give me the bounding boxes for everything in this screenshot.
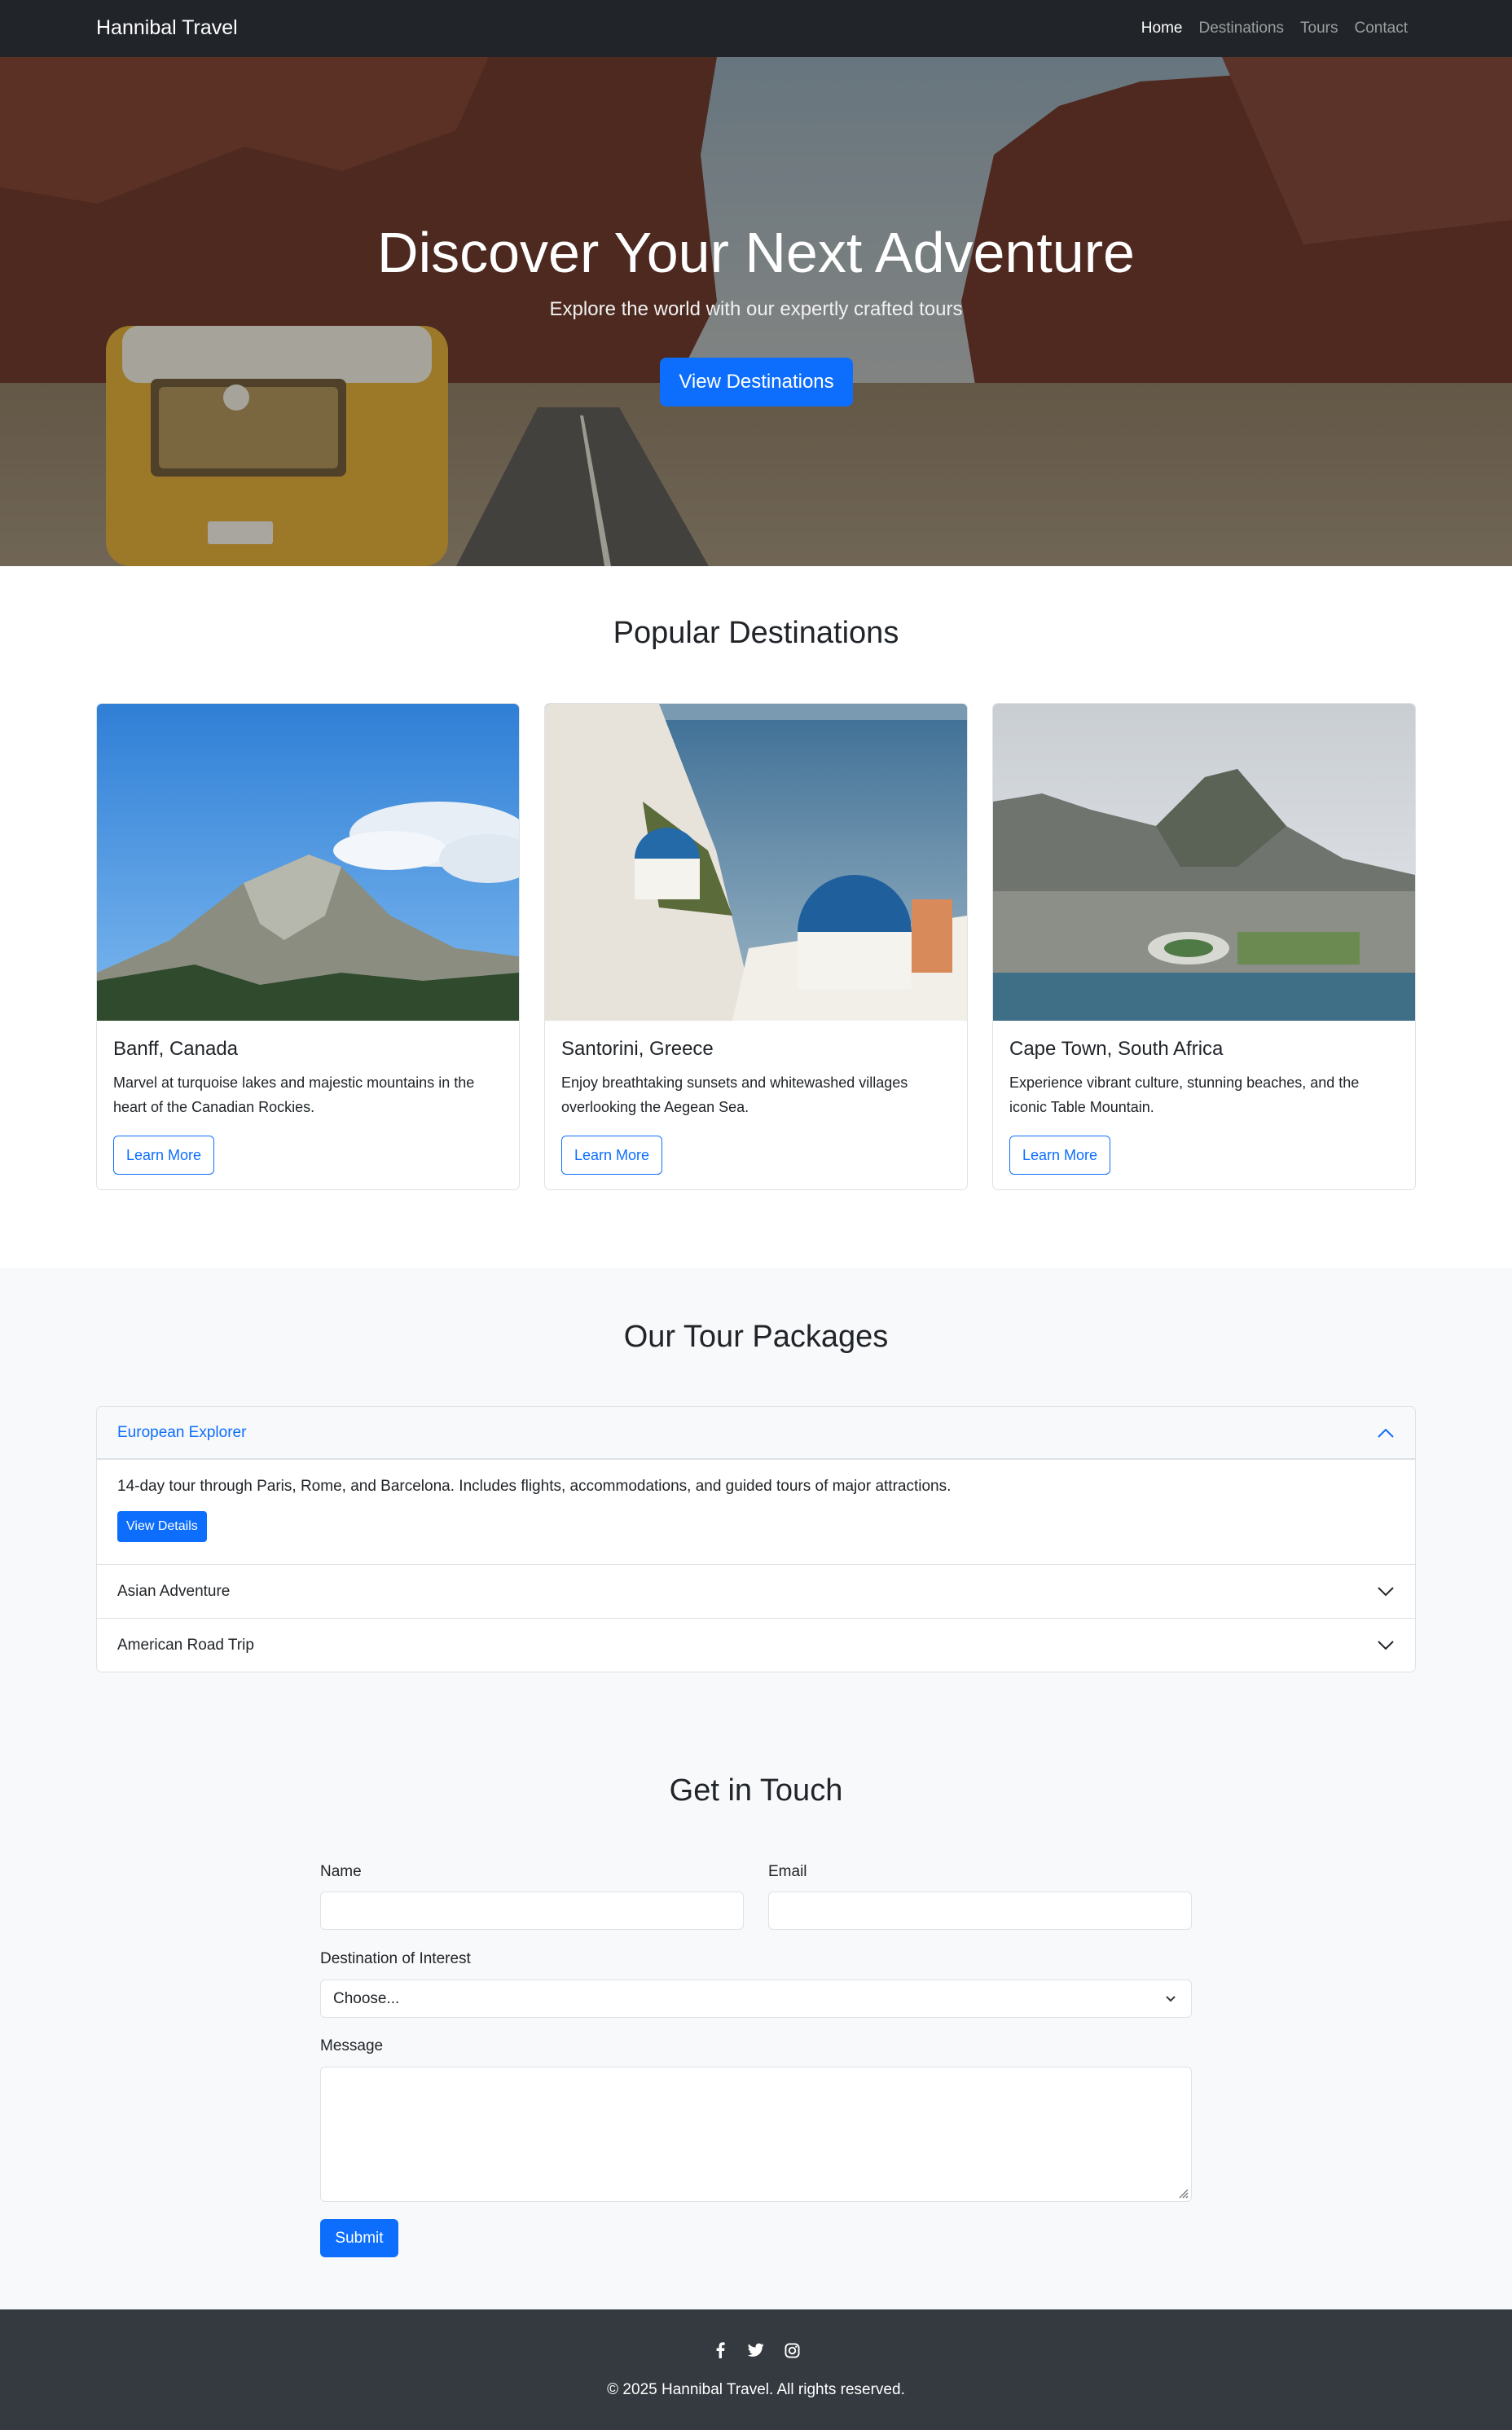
- destination-card-banff: Banff, Canada Marvel at turquoise lakes …: [96, 703, 520, 1190]
- view-details-button[interactable]: View Details: [117, 1511, 207, 1542]
- chevron-down-icon: [1166, 1996, 1176, 2002]
- card-title: Cape Town, South Africa: [1009, 1038, 1224, 1060]
- destination-card-santorini: Santorini, Greece Enjoy breathtaking sun…: [544, 703, 968, 1190]
- resize-handle-icon[interactable]: [1177, 2187, 1189, 2199]
- destination-select-value: Choose...: [333, 1989, 400, 2007]
- hero: Discover Your Next Adventure Explore the…: [0, 57, 1512, 566]
- nav-links: Home Destinations Tours Contact: [1141, 20, 1408, 37]
- tours-title: Our Tour Packages: [623, 1320, 889, 1354]
- learn-more-button[interactable]: Learn More: [561, 1136, 663, 1175]
- accordion-header-label: European Explorer: [117, 1424, 247, 1441]
- view-destinations-button[interactable]: View Destinations: [660, 358, 853, 406]
- message-label: Message: [320, 2037, 384, 2054]
- learn-more-button[interactable]: Learn More: [1009, 1136, 1111, 1175]
- instagram-icon[interactable]: [784, 2342, 800, 2358]
- nav-home[interactable]: Home: [1141, 20, 1183, 37]
- contact-title: Get in Touch: [669, 1773, 843, 1808]
- destination-select[interactable]: Choose...: [320, 1980, 1192, 2018]
- santorini-image: [545, 704, 967, 1021]
- nav-destinations[interactable]: Destinations: [1198, 20, 1284, 37]
- accordion-header-label: American Road Trip: [117, 1636, 254, 1654]
- nav-contact[interactable]: Contact: [1355, 20, 1408, 37]
- accordion-header-label: Asian Adventure: [117, 1582, 231, 1600]
- destination-card-cape-town: Cape Town, South Africa Experience vibra…: [992, 703, 1416, 1190]
- name-field[interactable]: [320, 1892, 744, 1930]
- destinations-title: Popular Destinations: [613, 616, 899, 650]
- hero-subtitle: Explore the world with our expertly craf…: [549, 298, 963, 320]
- card-text: Enjoy breathtaking sunsets and whitewash…: [561, 1074, 908, 1115]
- facebook-icon[interactable]: [712, 2342, 728, 2358]
- twitter-icon[interactable]: [748, 2342, 764, 2358]
- chevron-down-icon: [1378, 1640, 1394, 1650]
- card-text: Marvel at turquoise lakes and majestic m…: [113, 1074, 475, 1115]
- footer: © 2025 Hannibal Travel. All rights reser…: [0, 2309, 1512, 2430]
- email-field[interactable]: [768, 1892, 1192, 1930]
- chevron-up-icon: [1378, 1428, 1394, 1438]
- cape-town-image: [993, 704, 1415, 1021]
- copyright-text: © 2025 Hannibal Travel. All rights reser…: [607, 2381, 905, 2398]
- tour-accordion: European Explorer 14-day tour through Pa…: [96, 1406, 1416, 1672]
- message-field[interactable]: [320, 2067, 1192, 2202]
- accordion-item-asian-adventure: Asian Adventure: [97, 1564, 1415, 1618]
- nav-tours[interactable]: Tours: [1300, 20, 1338, 37]
- email-label: Email: [768, 1863, 807, 1880]
- accordion-body: 14-day tour through Paris, Rome, and Bar…: [97, 1460, 1415, 1564]
- social-links: [0, 2342, 1512, 2358]
- tour-description: 14-day tour through Paris, Rome, and Bar…: [117, 1478, 952, 1495]
- card-title: Santorini, Greece: [561, 1038, 714, 1060]
- hero-title: Discover Your Next Adventure: [377, 221, 1135, 284]
- chevron-down-icon: [1378, 1586, 1394, 1596]
- brand-logo[interactable]: Hannibal Travel: [96, 16, 238, 40]
- submit-button[interactable]: Submit: [320, 2219, 398, 2257]
- name-label: Name: [320, 1863, 362, 1880]
- navbar: Hannibal Travel Home Destinations Tours …: [0, 0, 1512, 57]
- card-text: Experience vibrant culture, stunning bea…: [1009, 1074, 1360, 1115]
- learn-more-button[interactable]: Learn More: [113, 1136, 215, 1175]
- accordion-header-asian-adventure[interactable]: Asian Adventure: [97, 1565, 1415, 1618]
- accordion-header-european-explorer[interactable]: European Explorer: [97, 1407, 1415, 1460]
- destination-label: Destination of Interest: [320, 1950, 471, 1967]
- accordion-item-american-road-trip: American Road Trip: [97, 1618, 1415, 1672]
- accordion-header-american-road-trip[interactable]: American Road Trip: [97, 1619, 1415, 1672]
- accordion-item-european-explorer: European Explorer 14-day tour through Pa…: [97, 1407, 1415, 1564]
- card-title: Banff, Canada: [113, 1038, 239, 1060]
- banff-image: [97, 704, 519, 1021]
